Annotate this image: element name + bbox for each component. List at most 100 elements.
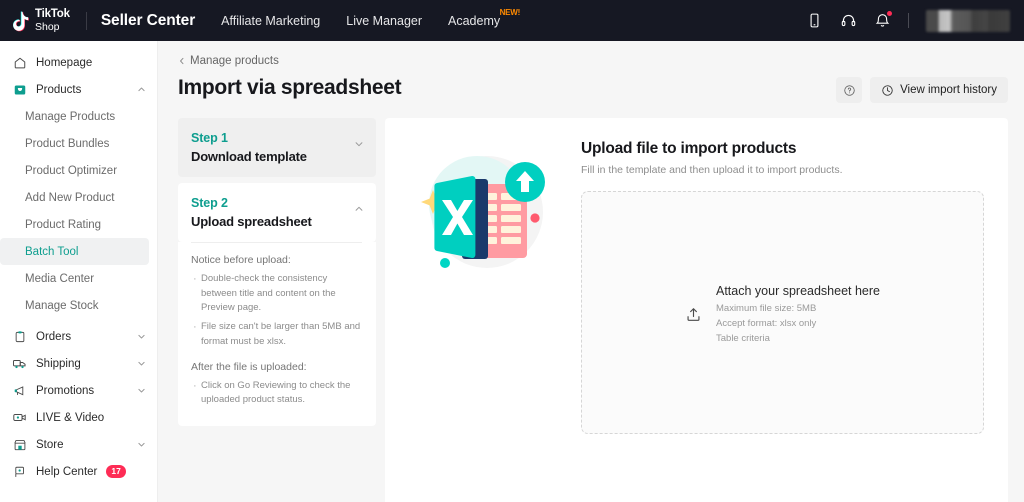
headset-support-icon[interactable] — [840, 12, 857, 29]
sidebar-item-media-center[interactable]: Media Center — [0, 265, 149, 292]
view-import-history-button[interactable]: View import history — [870, 77, 1008, 103]
sidebar-item-batch-tool[interactable]: Batch Tool — [0, 238, 149, 265]
sidebar-item-label: Media Center — [25, 273, 94, 285]
chevron-down-icon — [137, 440, 146, 449]
upload-hero: Upload file to import products Fill in t… — [409, 140, 984, 502]
chevron-down-icon — [137, 359, 146, 368]
top-navigation-bar: TikTok Shop Seller Center Affiliate Mark… — [0, 0, 1024, 41]
tiktok-note-icon — [10, 10, 30, 32]
view-import-history-label: View import history — [900, 84, 997, 96]
main-content: Manage products Import via spreadsheet — [158, 41, 1024, 502]
breadcrumb-label: Manage products — [190, 55, 279, 67]
notice-after-heading: After the file is uploaded: — [191, 361, 362, 373]
notification-bell-icon[interactable] — [874, 12, 891, 29]
dropzone-title: Attach your spreadsheet here — [716, 284, 880, 298]
nav-link-live-manager[interactable]: Live Manager — [346, 14, 422, 28]
sidebar-item-label: Manage Stock — [25, 300, 99, 312]
sidebar-item-store[interactable]: Store — [0, 431, 157, 458]
nav-link-label: Academy — [448, 14, 500, 28]
sidebar-item-promotions[interactable]: Promotions — [0, 377, 157, 404]
step-card-download-template[interactable]: Step 1 Download template — [178, 118, 376, 177]
logo-line-2: Shop — [35, 22, 70, 33]
sidebar-item-label: Store — [36, 439, 64, 451]
step-2-body: Notice before upload: Double-check the c… — [178, 242, 376, 426]
nav-separator — [908, 13, 909, 28]
nav-divider — [86, 12, 87, 30]
nav-links: Affiliate Marketing Live Manager Academy… — [221, 14, 500, 28]
sidebar-item-add-new-product[interactable]: Add New Product — [0, 184, 149, 211]
chevron-down-icon — [137, 332, 146, 341]
upload-tray-icon — [685, 306, 702, 323]
user-account-avatar[interactable] — [926, 10, 1010, 32]
sidebar-item-homepage[interactable]: Homepage — [0, 49, 157, 76]
sidebar-item-label: Shipping — [36, 358, 81, 370]
dropzone-table-criteria-link[interactable]: Table criteria — [716, 331, 880, 346]
step-title: Download template — [191, 149, 362, 164]
chevron-down-icon[interactable] — [354, 139, 364, 149]
mobile-phone-icon[interactable] — [806, 12, 823, 29]
upload-title: Upload file to import products — [581, 140, 984, 158]
step-kicker: Step 1 — [191, 131, 362, 145]
nav-link-academy[interactable]: Academy NEW! — [448, 14, 500, 28]
list-item: File size can't be larger than 5MB and f… — [191, 320, 362, 349]
question-circle-icon — [843, 84, 856, 97]
clock-icon — [881, 84, 894, 97]
tiktok-shop-logo[interactable]: TikTok Shop — [10, 9, 70, 32]
list-item: Double-check the consistency between tit… — [191, 272, 362, 316]
nav-link-affiliate-marketing[interactable]: Affiliate Marketing — [221, 14, 320, 28]
step-card-upload-spreadsheet[interactable]: Step 2 Upload spreadsheet — [178, 183, 376, 242]
notice-after-list: Click on Go Reviewing to check the uploa… — [191, 379, 362, 408]
sidebar-item-manage-products[interactable]: Manage Products — [0, 103, 149, 130]
storefront-icon — [12, 438, 27, 452]
notification-dot — [887, 11, 892, 16]
new-badge: NEW! — [500, 8, 521, 17]
notice-before-list: Double-check the consistency between tit… — [191, 272, 362, 350]
sidebar-item-product-rating[interactable]: Product Rating — [0, 211, 149, 238]
sidebar-item-live-and-video[interactable]: LIVE & Video — [0, 404, 157, 431]
sidebar-item-label: Product Bundles — [25, 138, 109, 150]
dropzone-max-size: Maximum file size: 5MB — [716, 301, 880, 316]
sidebar-item-shipping[interactable]: Shipping — [0, 350, 157, 377]
sidebar-item-manage-stock[interactable]: Manage Stock — [0, 292, 149, 319]
divider — [191, 242, 362, 243]
dropzone-accept-format: Accept format: xlsx only — [716, 316, 880, 331]
products-bag-icon — [12, 83, 27, 97]
step-title: Upload spreadsheet — [191, 214, 362, 229]
page-title-row: Import via spreadsheet — [178, 76, 1008, 103]
sidebar-item-label: Batch Tool — [25, 246, 79, 258]
page-title: Import via spreadsheet — [178, 76, 401, 100]
sidebar-item-label: Promotions — [36, 385, 94, 397]
sidebar-item-label: Add New Product — [25, 192, 115, 204]
dropzone-inner: Attach your spreadsheet here Maximum fil… — [685, 284, 880, 346]
sidebar-item-product-bundles[interactable]: Product Bundles — [0, 130, 149, 157]
home-icon — [12, 56, 27, 70]
chevron-up-icon[interactable] — [354, 204, 364, 214]
page-body: Homepage Products Manage Products Pro — [0, 41, 1024, 502]
sidebar-item-help-center[interactable]: Help Center 17 — [0, 458, 157, 485]
clipboard-icon — [12, 330, 27, 344]
logo-wordmark: TikTok Shop — [35, 9, 70, 32]
truck-icon — [12, 356, 27, 371]
sidebar-item-orders[interactable]: Orders — [0, 323, 157, 350]
sidebar-item-products[interactable]: Products — [0, 76, 157, 103]
logo-line-1: TikTok — [35, 9, 70, 21]
chevron-down-icon — [137, 386, 146, 395]
help-button[interactable] — [836, 77, 862, 103]
page-actions: View import history — [836, 77, 1008, 103]
sidebar-item-label: LIVE & Video — [36, 412, 104, 424]
sidebar-item-label: Orders — [36, 331, 71, 343]
notice-before-heading: Notice before upload: — [191, 254, 362, 266]
upload-subtitle: Fill in the template and then upload it … — [581, 164, 984, 176]
nav-link-label: Affiliate Marketing — [221, 14, 320, 28]
excel-spreadsheet-upload-illustration — [409, 146, 559, 286]
sidebar-navigation: Homepage Products Manage Products Pro — [0, 41, 158, 502]
video-camera-icon — [12, 410, 27, 425]
nav-link-label: Live Manager — [346, 14, 422, 28]
sidebar-item-label: Help Center — [36, 466, 97, 478]
megaphone-icon — [12, 384, 27, 398]
chevron-left-icon — [178, 57, 186, 65]
file-dropzone[interactable]: Attach your spreadsheet here Maximum fil… — [581, 191, 984, 434]
sidebar-item-label: Product Rating — [25, 219, 101, 231]
breadcrumb[interactable]: Manage products — [178, 55, 1008, 67]
sidebar-item-product-optimizer[interactable]: Product Optimizer — [0, 157, 149, 184]
